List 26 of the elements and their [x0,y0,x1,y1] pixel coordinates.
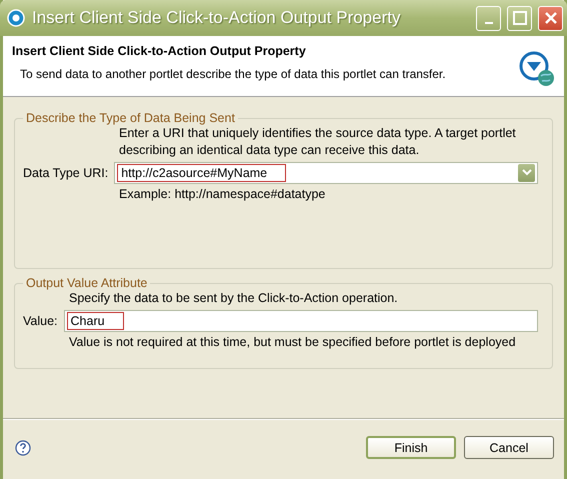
window-title: Insert Client Side Click-to-Action Output Property [32,8,402,28]
maximize-icon [512,11,526,25]
uri-combo-box[interactable]: http://c2asource#MyName [114,162,538,184]
page-description: To send data to another portlet describe the type of data this portlet can transfer. [19,67,447,81]
field-label: Value: [23,314,58,328]
maximize-button[interactable] [507,6,532,30]
group-title: Output Value Attribute [25,276,148,290]
finish-button[interactable]: Finish [366,436,456,459]
minimize-icon [484,22,492,24]
chevron-down-icon [522,169,532,177]
group-instructions: Specify the data to be sent by the Click-to-Action operation. [69,290,399,307]
close-button[interactable] [538,6,563,30]
dropdown-button[interactable] [518,164,535,182]
minimize-button[interactable] [476,6,501,30]
field-hint: Value is not required at this time, but must be specified before portlet is deployed [69,335,517,349]
close-icon [544,11,558,25]
portlet-globe-icon [518,50,556,88]
value-input-field[interactable]: Charu [64,310,538,332]
group-title: Describe the Type of Data Being Sent [25,111,236,125]
page-title: Insert Client Side Click-to-Action Output Property [12,44,307,58]
help-icon[interactable] [15,440,31,456]
field-label: Data Type URI: [23,166,108,180]
field-hint: Example: http://namespace#datatype [119,187,326,201]
cancel-button[interactable]: Cancel [464,436,554,459]
group-instructions: Enter a URI that uniquely identifies the source data type. A target portlet describing an identical data type can receive this data. [119,125,517,159]
app-icon [6,8,26,28]
